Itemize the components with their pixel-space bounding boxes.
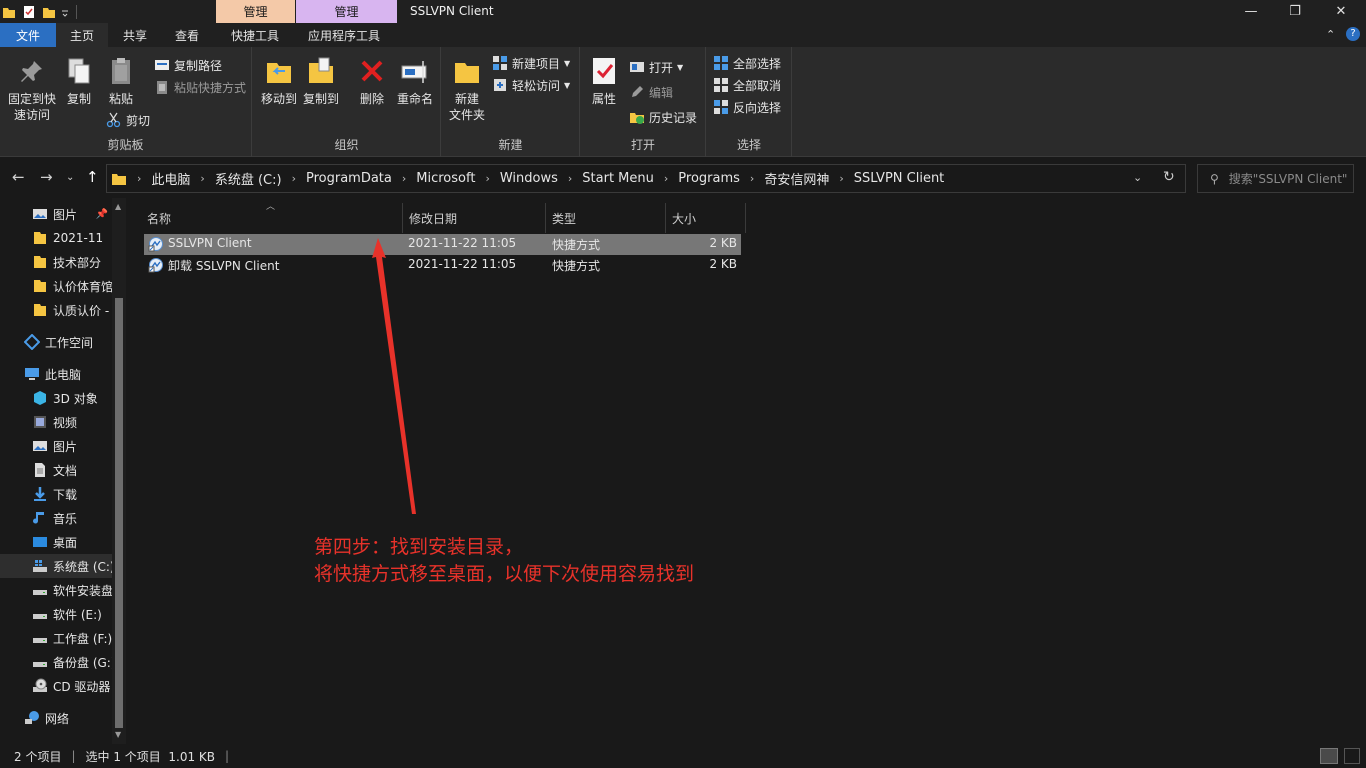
status-divider: | (71, 749, 76, 763)
annotation-text: 第四步：找到安装目录， 将快捷方式移至桌面，以便下次使用容易找到 (314, 534, 694, 588)
status-divider: | (225, 749, 230, 763)
status-item-count: 2 个项目 (14, 749, 62, 764)
annotation-arrow (372, 238, 416, 514)
large-icons-view-icon[interactable] (1344, 748, 1360, 764)
status-bar: 2 个项目 | 选中 1 个项目 1.01 KB | (0, 744, 1366, 768)
details-view-icon[interactable] (1320, 748, 1338, 764)
status-selected: 选中 1 个项目 1.01 KB (85, 749, 216, 764)
annotation-line-1: 第四步：找到安装目录， (314, 536, 524, 558)
annotation-line-2: 将快捷方式移至桌面，以便下次使用容易找到 (314, 563, 695, 585)
